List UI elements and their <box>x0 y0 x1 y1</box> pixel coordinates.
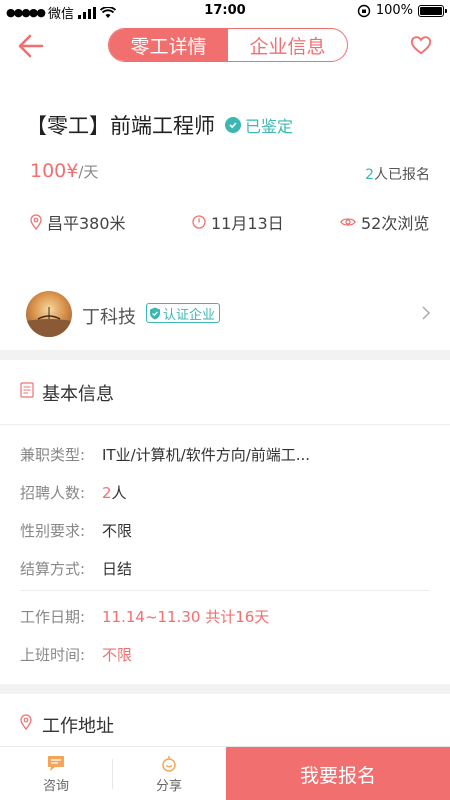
basic-info-heading: 基本信息 <box>42 384 114 405</box>
share-label: 分享 <box>155 778 182 794</box>
info-key: 结算方式: <box>20 560 86 578</box>
meta-views: 52次浏览 <box>340 210 429 234</box>
verified-label: 已鉴定 <box>245 117 294 136</box>
signed-number: 2 <box>365 167 374 183</box>
verified-badge: 已鉴定 <box>225 113 293 137</box>
consult-button[interactable]: 咨询 <box>0 747 112 800</box>
info-key: 性别要求: <box>20 522 86 540</box>
info-row-settlement: 结算方式: 日结 <box>20 558 440 579</box>
divider-line <box>0 424 450 425</box>
info-value: 11.14~11.30 共计16天 <box>102 608 270 626</box>
job-title-row: 【零工】前端工程师 已鉴定 <box>26 110 293 140</box>
work-address-heading: 工作地址 <box>42 716 114 737</box>
apply-button[interactable]: 我要报名 <box>226 747 450 800</box>
info-value: 不限 <box>102 646 133 664</box>
info-key: 兼职类型: <box>20 446 86 464</box>
location-pin-icon <box>30 214 42 230</box>
certified-badge: 认证企业 <box>146 303 221 323</box>
bottom-action-bar: 咨询 分享 我要报名 <box>0 746 450 800</box>
signed-count: 2人已报名 <box>365 164 430 184</box>
meta-location: 昌平380米 <box>30 210 126 234</box>
section-divider <box>0 350 450 360</box>
headcount-suffix: 人 <box>111 484 127 502</box>
company-name: 丁科技 <box>82 307 136 328</box>
section-divider <box>0 684 450 694</box>
document-icon <box>20 382 34 398</box>
eye-icon <box>340 218 356 226</box>
clock-icon <box>192 215 206 229</box>
company-row[interactable]: 丁科技 认证企业 <box>0 288 450 342</box>
heart-icon[interactable] <box>410 34 432 56</box>
company-avatar <box>26 291 72 337</box>
tab-job-detail[interactable]: 零工详情 <box>109 29 228 61</box>
info-key: 工作日期: <box>20 608 86 626</box>
battery-percent: 100% <box>375 3 413 18</box>
status-right: 100% <box>357 3 447 18</box>
battery-icon <box>418 4 447 17</box>
shield-check-icon <box>150 307 160 319</box>
info-value: 日结 <box>102 560 133 578</box>
nav-bar: 零工详情 企业信息 <box>0 26 450 66</box>
info-row-work-time: 上班时间: 不限 <box>20 644 440 665</box>
share-icon <box>162 755 176 772</box>
headcount-number: 2 <box>102 484 112 502</box>
consult-label: 咨询 <box>42 778 69 794</box>
basic-info-header: 基本信息 <box>0 362 450 422</box>
meta-date: 11月13日 <box>192 210 284 234</box>
info-value: 不限 <box>102 522 133 540</box>
job-price: 100¥/天 <box>30 160 98 182</box>
location-pin-icon <box>20 714 32 730</box>
chevron-right-icon <box>422 306 431 320</box>
back-arrow-icon[interactable] <box>14 30 46 62</box>
tab-company-info[interactable]: 企业信息 <box>228 29 347 61</box>
price-unit: /天 <box>78 163 99 181</box>
job-meta-row: 昌平380米 11月13日 52次浏览 <box>0 210 450 234</box>
date-text: 11月13日 <box>211 214 284 233</box>
info-row-headcount: 招聘人数: 2人 <box>20 482 440 503</box>
certified-label: 认证企业 <box>163 307 216 323</box>
segmented-tabs: 零工详情 企业信息 <box>108 28 348 62</box>
info-value: IT业/计算机/软件方向/前端工... <box>102 446 311 464</box>
info-key: 上班时间: <box>20 646 86 664</box>
chat-bubble-icon <box>48 755 64 771</box>
info-row-gender: 性别要求: 不限 <box>20 520 440 541</box>
signed-suffix: 人已报名 <box>374 167 430 183</box>
info-row-type: 兼职类型: IT业/计算机/软件方向/前端工... <box>20 444 440 465</box>
work-address-header: 工作地址 <box>0 694 450 754</box>
divider-line <box>20 590 430 591</box>
status-bar: ●●●●● 微信 17:00 100% <box>0 0 450 22</box>
info-key: 招聘人数: <box>20 484 86 502</box>
views-text: 52次浏览 <box>361 214 430 233</box>
job-title: 【零工】前端工程师 <box>26 114 215 138</box>
info-value: 2人 <box>102 482 340 503</box>
rotation-lock-icon <box>357 4 371 17</box>
info-row-work-date: 工作日期: 11.14~11.30 共计16天 <box>20 606 440 627</box>
check-circle-icon <box>225 117 241 133</box>
location-text: 昌平380米 <box>47 214 126 233</box>
price-value: 100¥ <box>30 160 79 182</box>
share-button[interactable]: 分享 <box>113 747 225 800</box>
